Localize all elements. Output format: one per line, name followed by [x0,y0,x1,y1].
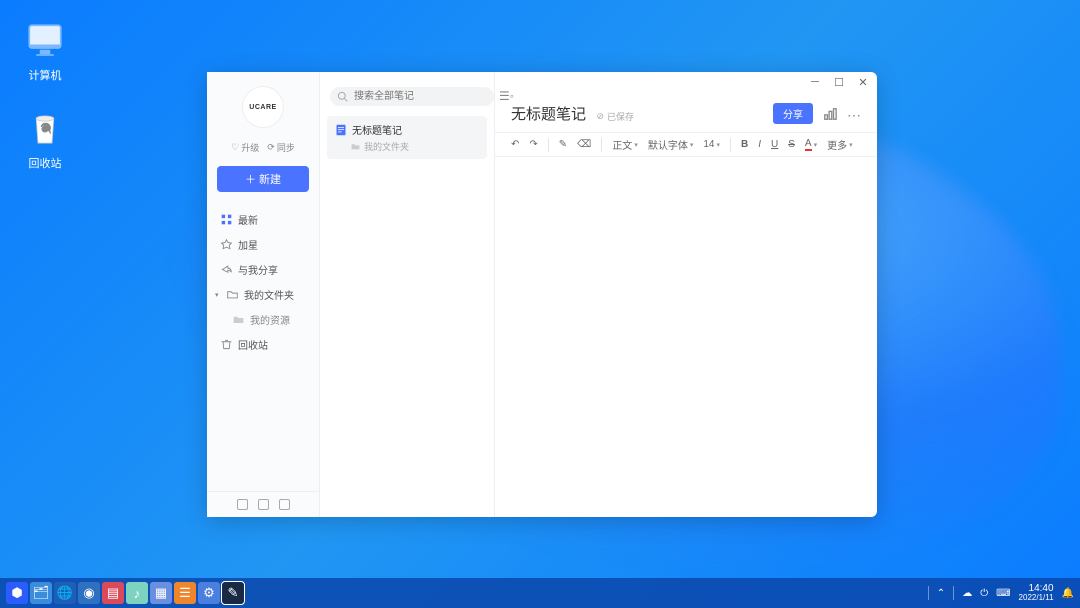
taskbar-music[interactable]: ♪ [126,582,148,604]
taskbar-app-1[interactable]: ▦ [150,582,172,604]
sync-link[interactable]: ⟳ 同步 [267,141,295,154]
underline-button[interactable]: U [771,139,778,150]
italic-button[interactable]: I [758,139,761,150]
sidebar-item-trash[interactable]: 回收站 [213,333,313,356]
editor-body[interactable] [495,157,877,517]
font-family[interactable]: 默认字体▾ [648,137,694,152]
upgrade-link[interactable]: ♡ 升级 [231,141,259,154]
more-menu[interactable]: ⋯ [847,107,861,121]
sidebar-item-myresources[interactable]: 我的资源 [213,308,313,331]
note-list-item[interactable]: 无标题笔记 我的文件夹 [327,116,487,159]
desktop-icon-label: 计算机 [29,67,62,83]
taskbar-file-manager[interactable]: 🗂 [30,582,52,604]
desktop-icon-label: 回收站 [29,155,62,171]
taskbar: ⬢ 🗂 🌐 ◉ ▤ ♪ ▦ ☰ ⚙ ✎ ⌃ ☁ ⏻ ⌨ 14:40 2022/1… [0,578,1080,608]
new-button[interactable]: ＋ 新建 [217,166,309,192]
sidebar-item-shared[interactable]: 与我分享 [213,258,313,281]
document-icon [335,124,347,136]
trash-icon [24,108,66,150]
window-maximize[interactable]: ☐ [833,76,845,89]
paragraph-style[interactable]: 正文▾ [612,137,638,152]
undo-button[interactable]: ↶ [511,139,519,150]
tray-expand[interactable]: ⌃ [937,588,945,599]
start-button[interactable]: ⬢ [6,582,28,604]
taskbar-browser-2[interactable]: ◉ [78,582,100,604]
view-mode-3[interactable] [279,499,290,510]
folder-icon [227,289,238,300]
grid-icon [221,214,232,225]
editor-pane: ─ ☐ ✕ 无标题笔记 ⊘ 已保存 分享 ⋯ ↶ ↷ ✎ ⌫ 正文▾ 默认字体▾… [495,72,877,517]
sidebar: UCARE ♡ 升级 ⟳ 同步 ＋ 新建 最新 加星 与我分享 ▾我的文件夹 我… [207,72,320,517]
folder-icon [351,142,360,151]
font-size[interactable]: 14▾ [703,139,720,150]
tray-keyboard-icon[interactable]: ⌨ [996,588,1010,599]
clear-format[interactable]: ⌫ [577,139,591,150]
app-window: UCARE ♡ 升级 ⟳ 同步 ＋ 新建 最新 加星 与我分享 ▾我的文件夹 我… [207,72,877,517]
search-icon [337,91,348,102]
sidebar-item-starred[interactable]: 加星 [213,233,313,256]
more-formatting[interactable]: 更多▾ [827,137,853,152]
stats-icon[interactable] [823,107,837,121]
desktop-icon-trash[interactable]: 回收站 [15,108,75,171]
sidebar-item-recent[interactable]: 最新 [213,208,313,231]
sidebar-item-myfolder[interactable]: ▾我的文件夹 [213,283,313,306]
window-close[interactable]: ✕ [857,76,869,89]
desktop-icon-computer[interactable]: 计算机 [15,20,75,83]
strike-button[interactable]: S [788,139,795,150]
avatar[interactable]: UCARE [242,86,284,128]
notes-list-pane: ☰◦ 无标题笔记 我的文件夹 [320,72,495,517]
view-mode-1[interactable] [237,499,248,510]
tray-notifications[interactable]: 🔔 [1062,588,1074,599]
taskbar-app-2[interactable]: ☰ [174,582,196,604]
tray-power-icon[interactable]: ⏻ [980,588,988,599]
taskbar-store[interactable]: ▤ [102,582,124,604]
view-mode-2[interactable] [258,499,269,510]
editor-toolbar: ↶ ↷ ✎ ⌫ 正文▾ 默认字体▾ 14▾ B I U S A▾ 更多▾ [495,132,877,157]
window-minimize[interactable]: ─ [809,76,821,89]
taskbar-clock[interactable]: 14:40 2022/1/11 [1019,584,1054,602]
chevron-icon: ▾ [215,291,221,299]
text-color[interactable]: A▾ [805,138,817,151]
taskbar-browser-1[interactable]: 🌐 [54,582,76,604]
bold-button[interactable]: B [741,139,748,150]
note-title[interactable]: 无标题笔记 [511,106,586,123]
format-painter[interactable]: ✎ [559,139,567,150]
redo-button[interactable]: ↷ [529,139,537,150]
folder-icon [233,314,244,325]
trash-icon [221,339,232,350]
share-button[interactable]: 分享 [773,103,813,124]
star-icon [221,239,232,250]
taskbar-notes-app[interactable]: ✎ [222,582,244,604]
save-status: ⊘ 已保存 [596,110,634,123]
monitor-icon [24,20,66,62]
tray-cloud-icon[interactable]: ☁ [962,588,972,599]
share-icon [221,264,232,275]
taskbar-settings[interactable]: ⚙ [198,582,220,604]
search-input[interactable] [330,87,494,106]
